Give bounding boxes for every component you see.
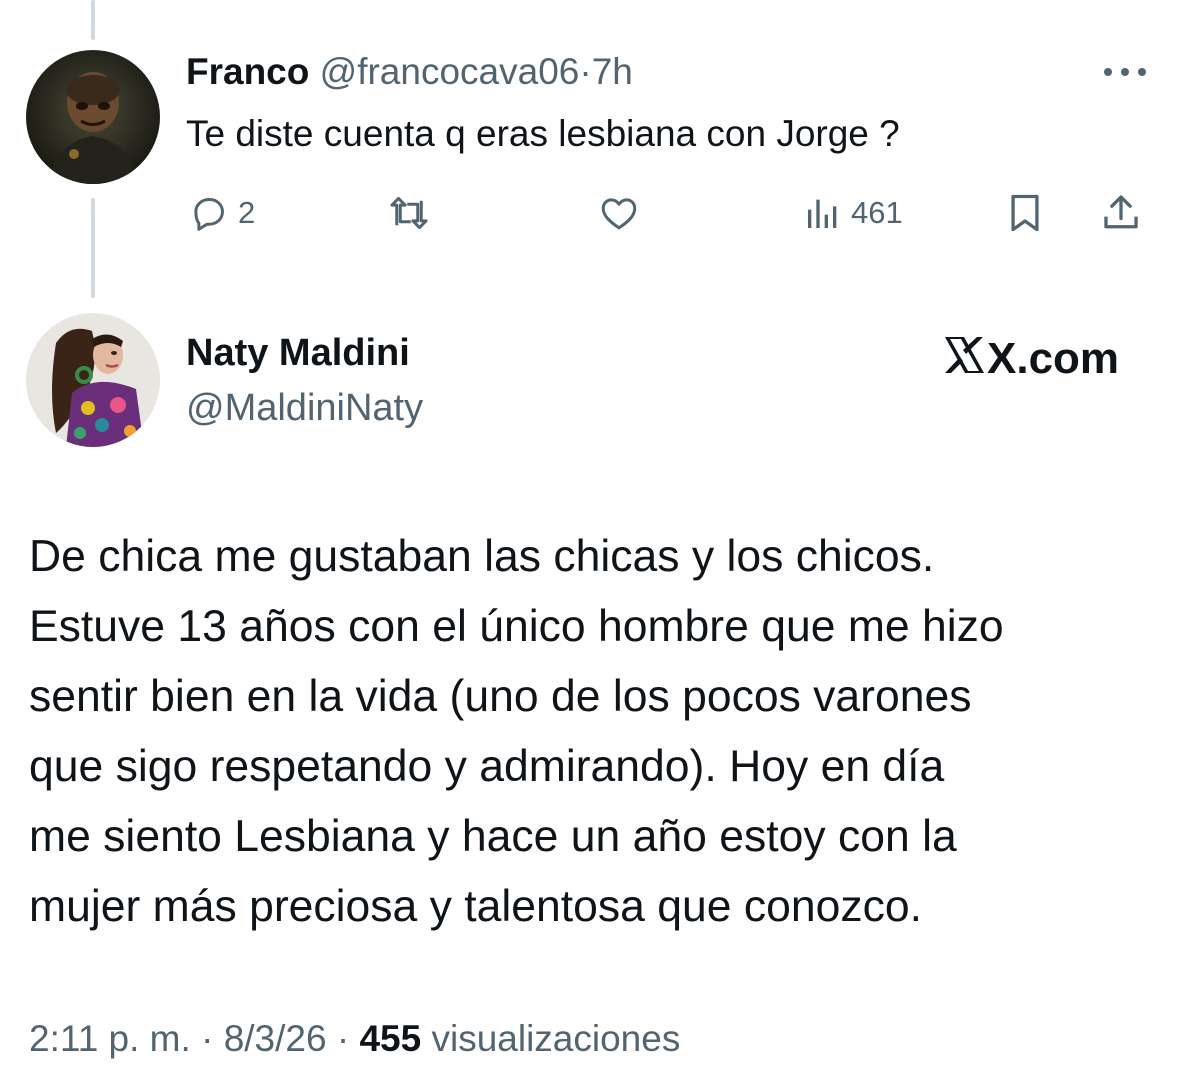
retweet-icon [390,196,428,230]
more-dots-icon[interactable] [1102,66,1148,78]
naty-avatar-photo [26,313,160,447]
views-button[interactable]: 461 [803,190,903,236]
timestamp[interactable]: 7h [592,51,633,92]
tweet-meta: 2:11 p. m. · 8/3/26 · 455 visualizacione… [29,1014,680,1064]
tweet-text-line: Estuve 13 años con el único hombre que m… [29,602,1004,651]
x-com-watermark: X.com [940,327,1120,383]
like-button[interactable] [597,190,641,236]
views-count: 461 [851,195,903,230]
author-handle[interactable]: @MaldiniNaty [186,385,423,431]
thread-line-top [91,0,95,40]
tweet-text-line: sentir bien en la vida (uno de los pocos… [29,672,972,721]
reply-header: Franco @francocava06·7h [186,50,633,94]
author-name[interactable]: Naty Maldini [186,330,410,376]
tweet-text-line: mujer más preciosa y talentosa que conoz… [29,882,922,931]
separator-dot: · [579,51,592,92]
author-name[interactable]: Franco [186,51,309,92]
meta-dot: · [336,1018,350,1059]
watermark-text: X.com [987,334,1119,383]
tweet-text-line: De chica me gustaban las chicas y los ch… [29,532,935,581]
reply-count: 2 [238,195,256,230]
heart-icon [601,198,637,230]
avatar[interactable] [26,50,160,184]
avatar[interactable] [26,313,160,447]
bookmark-icon [1011,194,1039,232]
thread-line-connector [91,198,95,298]
tweet-date[interactable]: 8/3/26 [224,1018,327,1059]
tweet-text-line: me siento Lesbiana y hace un año estoy c… [29,812,957,861]
franco-avatar-photo [26,50,160,184]
meta-dot: · [201,1018,214,1059]
share-upload-icon [1104,195,1138,229]
bookmark-button[interactable] [1006,190,1044,236]
tweet-text: De chica me gustaban las chicas y los ch… [29,522,1149,942]
share-button[interactable] [1099,190,1143,236]
reply-button[interactable]: 2 [188,190,255,236]
reply-bubble-icon [194,198,224,231]
views-label[interactable]: visualizaciones [431,1018,680,1059]
views-count[interactable]: 455 [359,1018,421,1059]
reply-text: Te diste cuenta q eras lesbiana con Jorg… [186,113,900,154]
bar-chart-icon [808,199,837,228]
tweet-time[interactable]: 2:11 p. m. [29,1018,191,1059]
author-handle[interactable]: @francocava06 [320,51,580,92]
tweet-text-line: que sigo respetando y admirando). Hoy en… [29,742,945,791]
retweet-button[interactable] [386,190,432,236]
